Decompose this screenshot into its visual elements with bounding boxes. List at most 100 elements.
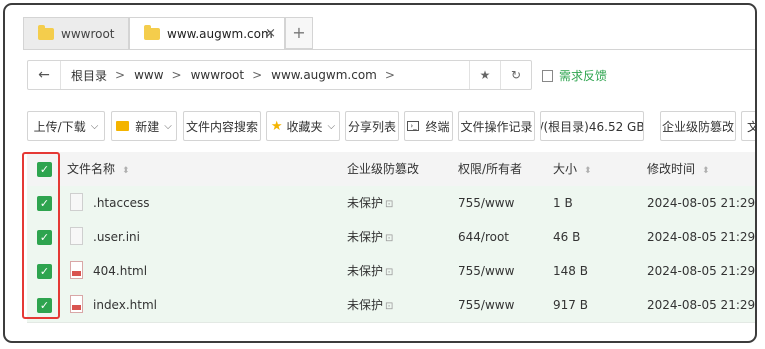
modified-time: 2024-08-05 21:29:11: [647, 264, 756, 278]
toolbar: 上传/下载 ⌵ 新建 ⌵ 文件内容搜索 ★ 收藏夹 ⌵ 分享列表 ›_ 终端 文…: [27, 111, 755, 141]
new-button[interactable]: 新建 ⌵: [111, 111, 177, 141]
chevron-right-icon: >: [171, 68, 182, 82]
crumb-site[interactable]: www.augwm.com: [271, 68, 377, 82]
crumb-www[interactable]: www: [134, 68, 163, 82]
share-list-label: 分享列表: [347, 119, 396, 134]
unlock-icon: ⊡: [385, 233, 394, 244]
header-size[interactable]: 大小 ⬍: [553, 152, 592, 186]
protect-label: 未保护: [347, 196, 384, 210]
modified-time: 2024-08-05 21:29:11: [647, 298, 756, 312]
file-size: 917 B: [553, 298, 588, 312]
crumb-root[interactable]: 根目录: [71, 67, 107, 84]
terminal-label: 终端: [425, 119, 450, 134]
folder-icon: [116, 121, 130, 131]
terminal-icon: ›_: [407, 121, 420, 131]
permission[interactable]: 644/root: [458, 220, 509, 254]
folder-icon: [144, 24, 160, 40]
protect-status[interactable]: 未保护 ⊡: [347, 254, 393, 288]
file-icon: [70, 227, 83, 245]
star-icon: ★: [270, 118, 283, 134]
table-row[interactable]: ✓ 404.html 未保护 ⊡ 755/www 148 B 2024-08-05…: [27, 254, 756, 289]
breadcrumb: 根目录 > www > wwwroot > www.augwm.com >: [61, 67, 469, 84]
tamper-proof-label: 企业级防篡改: [661, 119, 734, 134]
file-icon: [70, 193, 83, 211]
file-manager: wwwroot www.augwm.com × + ← 根目录 > www > …: [5, 5, 755, 341]
upload-download-button[interactable]: 上传/下载 ⌵: [27, 111, 105, 141]
favorites-button[interactable]: ★ 收藏夹 ⌵: [266, 111, 340, 141]
modified-time: 2024-08-05 21:29:11: [647, 196, 756, 210]
permission[interactable]: 755/www: [458, 254, 514, 288]
chevron-down-icon: ⌵: [164, 120, 172, 132]
file-name[interactable]: index.html: [93, 288, 157, 322]
sort-icon: ⬍: [702, 166, 710, 176]
operation-log-label: 文件操作记录: [460, 119, 533, 134]
unlock-icon: ⊡: [385, 301, 394, 312]
edit-icon: [542, 69, 553, 82]
html-file-icon: [70, 295, 83, 313]
permission[interactable]: 755/www: [458, 288, 514, 322]
tamper-proof-button[interactable]: 企业级防篡改: [660, 111, 736, 141]
unlock-icon: ⊡: [385, 199, 394, 210]
more-label: 文件: [747, 118, 755, 135]
modified-time: 2024-08-05 21:29:11: [647, 230, 756, 244]
chevron-down-icon: ⌵: [90, 120, 99, 132]
protect-status[interactable]: 未保护 ⊡: [347, 288, 393, 322]
disk-usage-label: /(根目录)46.52 GB: [540, 119, 644, 134]
tab-bar: wwwroot www.augwm.com × +: [23, 17, 755, 49]
back-arrow-icon[interactable]: ←: [28, 61, 61, 89]
divider: [23, 49, 755, 50]
chevron-right-icon: >: [115, 68, 126, 82]
star-icon[interactable]: ★: [469, 61, 500, 89]
file-name[interactable]: .user.ini: [93, 220, 140, 254]
header-filename[interactable]: 文件名称 ⬍: [67, 152, 130, 186]
chevron-right-icon: >: [384, 68, 395, 82]
checkbox-highlight-box: [22, 152, 60, 319]
file-name[interactable]: 404.html: [93, 254, 147, 288]
feedback-link[interactable]: 需求反馈: [542, 67, 607, 84]
terminal-button[interactable]: ›_ 终端: [404, 111, 453, 141]
header-tamper: 企业级防篡改: [347, 162, 420, 176]
file-size: 148 B: [553, 264, 588, 278]
add-tab-button[interactable]: +: [285, 17, 313, 49]
favorites-label: 收藏夹: [286, 119, 323, 134]
upload-label: 上传/下载: [33, 119, 86, 134]
address-bar: ← 根目录 > www > wwwroot > www.augwm.com > …: [27, 60, 532, 90]
folder-icon: [38, 24, 54, 40]
protect-label: 未保护: [347, 230, 384, 244]
header-filename-label: 文件名称: [67, 162, 116, 176]
more-button[interactable]: 文件: [741, 111, 755, 141]
crumb-wwwroot[interactable]: wwwroot: [191, 68, 245, 82]
share-list-button[interactable]: 分享列表: [345, 111, 399, 141]
feedback-label: 需求反馈: [559, 69, 608, 83]
table-row[interactable]: ✓ index.html 未保护 ⊡ 755/www 917 B 2024-08-…: [27, 288, 756, 323]
operation-log-button[interactable]: 文件操作记录: [458, 111, 535, 141]
protect-label: 未保护: [347, 298, 384, 312]
refresh-icon[interactable]: ↻: [500, 61, 531, 89]
file-size: 1 B: [553, 196, 573, 210]
search-content-button[interactable]: 文件内容搜索: [183, 111, 261, 141]
header-mtime-label: 修改时间: [647, 162, 696, 176]
header-permission: 权限/所有者: [458, 162, 523, 176]
file-size: 46 B: [553, 230, 581, 244]
close-icon[interactable]: ×: [265, 26, 276, 41]
table-row[interactable]: ✓ .htaccess 未保护 ⊡ 755/www 1 B 2024-08-05 …: [27, 186, 756, 221]
protect-label: 未保护: [347, 264, 384, 278]
tab-label: wwwroot: [61, 26, 115, 41]
table-header: ✓ 文件名称 ⬍ 企业级防篡改 权限/所有者 大小 ⬍ 修改时间 ⬍: [27, 152, 755, 187]
chevron-down-icon: ⌵: [327, 120, 336, 132]
file-name[interactable]: .htaccess: [93, 186, 150, 220]
html-file-icon: [70, 261, 83, 279]
tab-augwm[interactable]: www.augwm.com ×: [129, 17, 285, 49]
screenshot-frame: wwwroot www.augwm.com × + ← 根目录 > www > …: [3, 3, 757, 343]
protect-status[interactable]: 未保护 ⊡: [347, 220, 393, 254]
permission[interactable]: 755/www: [458, 186, 514, 220]
tab-label: www.augwm.com: [167, 26, 273, 41]
disk-usage-button[interactable]: /(根目录)46.52 GB: [540, 111, 644, 141]
header-mtime[interactable]: 修改时间 ⬍: [647, 152, 710, 186]
protect-status[interactable]: 未保护 ⊡: [347, 186, 393, 220]
table-row[interactable]: ✓ .user.ini 未保护 ⊡ 644/root 46 B 2024-08-0…: [27, 220, 756, 255]
header-size-label: 大小: [553, 162, 578, 176]
search-content-label: 文件内容搜索: [185, 119, 258, 134]
unlock-icon: ⊡: [385, 267, 394, 278]
tab-wwwroot[interactable]: wwwroot: [23, 17, 129, 49]
